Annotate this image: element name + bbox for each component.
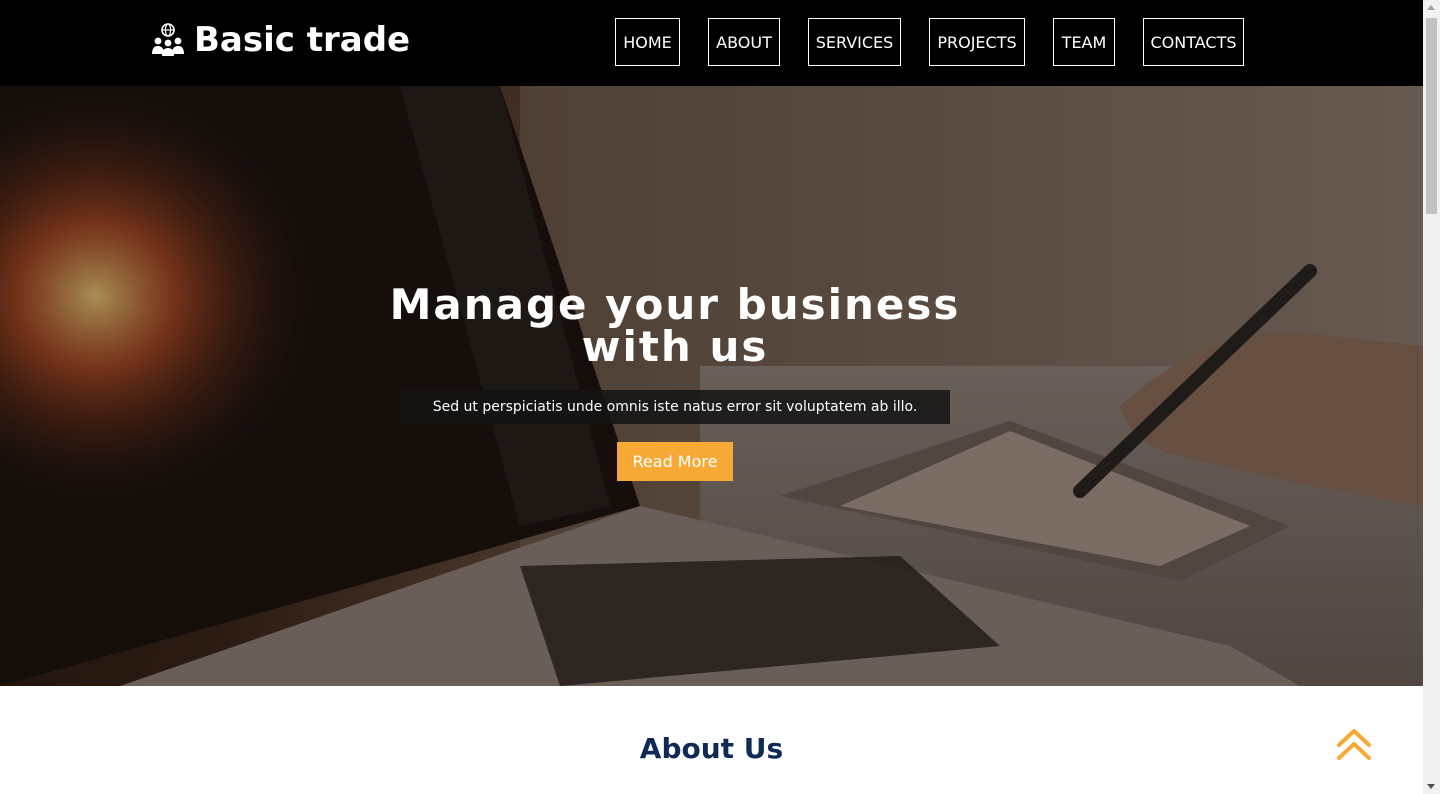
vertical-scrollbar[interactable] [1423,0,1440,794]
scroll-down-arrow-icon[interactable] [1427,784,1435,789]
brand-name: Basic trade [194,20,411,60]
nav-contacts[interactable]: CONTACTS [1143,18,1244,66]
scroll-up-arrow-icon[interactable] [1427,5,1435,10]
nav-home[interactable]: HOME [615,18,680,66]
read-more-button[interactable]: Read More [617,442,733,481]
scrollbar-thumb[interactable] [1426,18,1437,214]
site-header: Basic trade HOME ABOUT SERVICES PROJECTS… [0,0,1423,86]
main-nav: HOME ABOUT SERVICES PROJECTS TEAM CONTAC… [615,18,1244,66]
hero-section: Manage your business with us Sed ut pers… [0,86,1423,686]
hero-subtitle: Sed ut perspiciatis unde omnis iste natu… [400,390,950,424]
nav-team[interactable]: TEAM [1053,18,1115,66]
nav-about[interactable]: ABOUT [708,18,780,66]
team-globe-icon [152,23,184,56]
nav-projects[interactable]: PROJECTS [929,18,1025,66]
brand[interactable]: Basic trade [150,20,410,60]
hero-overlay [0,86,1423,686]
hero-title-line-2: with us [581,322,769,371]
about-title: About Us [639,732,784,765]
double-chevron-up-icon[interactable] [1334,726,1374,766]
nav-services[interactable]: SERVICES [808,18,901,66]
hero-title: Manage your business with us [0,284,1350,368]
hero-title-line-1: Manage your business [389,280,961,329]
